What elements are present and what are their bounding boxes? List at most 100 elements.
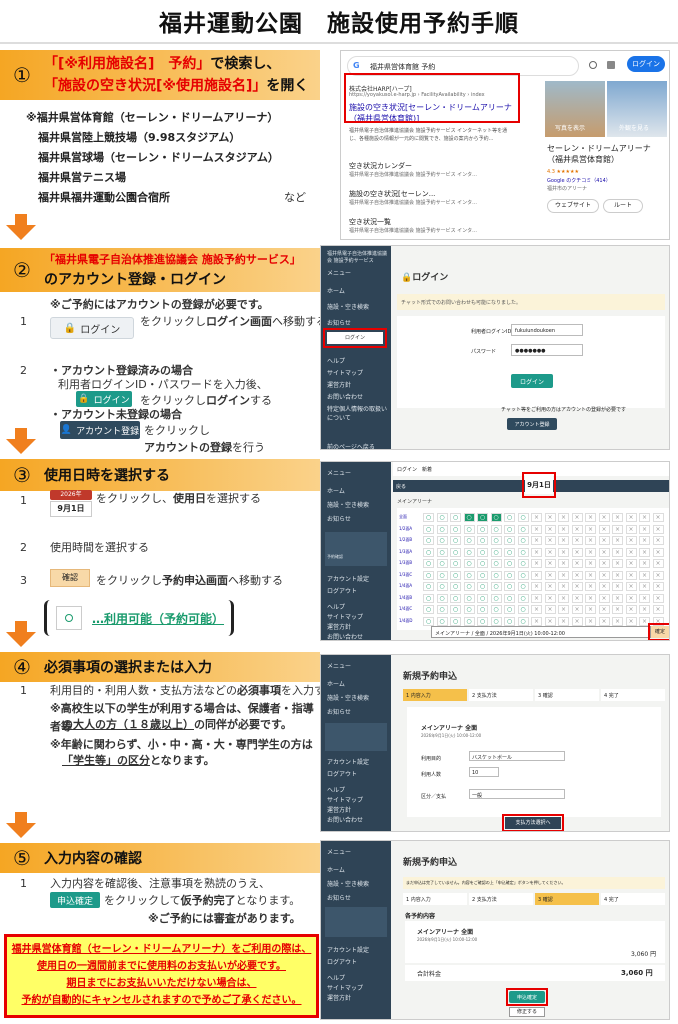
available-cell[interactable]: ○ (423, 536, 434, 545)
available-cell[interactable]: ○ (450, 570, 461, 580)
available-cell[interactable]: ○ (504, 559, 515, 568)
available-cell[interactable]: ○ (463, 547, 475, 557)
available-cell[interactable]: ○ (477, 582, 488, 591)
available-cell[interactable]: ○ (463, 616, 475, 626)
available-cell[interactable]: ○ (436, 513, 448, 522)
available-cell[interactable]: ○ (436, 582, 448, 591)
available-cell[interactable]: ○ (463, 570, 475, 580)
account-register-button[interactable]: アカウント登録 (507, 418, 557, 430)
available-cell[interactable]: ○ (463, 513, 475, 522)
result-link[interactable]: 施設の空き状況[セーレン... (349, 189, 435, 199)
available-cell[interactable]: ○ (450, 524, 461, 534)
available-cell[interactable]: ○ (477, 547, 488, 557)
available-cell[interactable]: ○ (477, 593, 488, 603)
available-cell[interactable]: ○ (423, 559, 434, 568)
available-cell[interactable]: ○ (517, 605, 529, 614)
available-cell[interactable]: ○ (463, 536, 475, 545)
sidebar-item-home[interactable]: ホーム (327, 286, 345, 295)
available-cell[interactable]: ○ (490, 582, 502, 591)
purpose-select[interactable]: バスケットボール (469, 751, 565, 761)
available-cell[interactable]: ○ (517, 536, 529, 545)
available-cell[interactable]: ○ (517, 616, 529, 626)
available-cell[interactable]: ○ (477, 559, 488, 568)
available-cell[interactable]: ○ (463, 559, 475, 568)
sidebar-item-search[interactable]: 施設・空き検索 (327, 302, 369, 311)
available-cell[interactable]: ○ (436, 536, 448, 545)
available-cell[interactable]: ○ (450, 605, 461, 614)
available-cell[interactable]: ○ (436, 570, 448, 580)
sidebar-item-notice[interactable]: お知らせ (327, 318, 351, 327)
available-cell[interactable]: ○ (463, 524, 475, 534)
available-cell[interactable]: ○ (490, 570, 502, 580)
available-cell[interactable]: ○ (490, 559, 502, 568)
available-cell[interactable]: ○ (450, 616, 461, 626)
available-cell[interactable]: ○ (517, 570, 529, 580)
google-login-button[interactable]: ログイン (627, 56, 665, 72)
route-button[interactable]: ルート (603, 199, 643, 213)
available-cell[interactable]: ○ (450, 547, 461, 557)
available-cell[interactable]: ○ (450, 559, 461, 568)
back-edit-button[interactable]: 修正する (509, 1007, 545, 1017)
available-cell[interactable]: ○ (436, 593, 448, 603)
login-button[interactable]: ログイン (511, 374, 553, 388)
available-cell[interactable]: ○ (423, 593, 434, 603)
available-cell[interactable]: ○ (490, 536, 502, 545)
available-cell[interactable]: ○ (477, 570, 488, 580)
fee-category-select[interactable]: 一般 (469, 789, 565, 799)
available-cell[interactable]: ○ (504, 616, 515, 626)
website-button[interactable]: ウェブサイト (547, 199, 599, 213)
count-field[interactable]: 10 (469, 767, 499, 777)
available-cell[interactable]: ○ (477, 524, 488, 534)
available-cell[interactable]: ○ (477, 536, 488, 545)
available-cell[interactable]: ○ (423, 605, 434, 614)
available-cell[interactable]: ○ (504, 536, 515, 545)
available-cell[interactable]: ○ (504, 513, 515, 522)
result-link[interactable]: 空き状況一覧 (349, 217, 391, 227)
available-cell[interactable]: ○ (423, 616, 434, 626)
available-cell[interactable]: ○ (490, 513, 502, 522)
gear-icon[interactable] (589, 61, 597, 69)
available-cell[interactable]: ○ (490, 593, 502, 603)
available-cell[interactable]: ○ (436, 605, 448, 614)
availability-grid[interactable]: 全面 ○ ○ ○ ○ ○ ○ ○ ○ × × × × × × × × × × 1/2面A ○ ○ ○ ○ ○ ○ ○ ○ × × × × × × ×… (397, 508, 669, 630)
available-cell[interactable]: ○ (490, 616, 502, 626)
available-cell[interactable]: ○ (463, 593, 475, 603)
available-cell[interactable]: ○ (517, 547, 529, 557)
available-cell[interactable]: ○ (423, 547, 434, 557)
available-cell[interactable]: ○ (450, 513, 461, 522)
available-cell[interactable]: ○ (423, 570, 434, 580)
available-cell[interactable]: ○ (423, 513, 434, 522)
login-id-field[interactable]: fukuiundoukoen (511, 324, 583, 336)
available-cell[interactable]: ○ (504, 605, 515, 614)
available-cell[interactable]: ○ (450, 582, 461, 591)
available-cell[interactable]: ○ (477, 616, 488, 626)
available-cell[interactable]: ○ (477, 513, 488, 522)
available-cell[interactable]: ○ (436, 547, 448, 557)
available-cell[interactable]: ○ (517, 559, 529, 568)
available-cell[interactable]: ○ (517, 513, 529, 522)
available-cell[interactable]: ○ (517, 582, 529, 591)
available-cell[interactable]: ○ (436, 559, 448, 568)
available-cell[interactable]: ○ (517, 593, 529, 603)
available-cell[interactable]: ○ (490, 605, 502, 614)
available-cell[interactable]: ○ (463, 582, 475, 591)
available-cell[interactable]: ○ (490, 524, 502, 534)
available-cell[interactable]: ○ (423, 582, 434, 591)
password-field[interactable]: ●●●●●●● (511, 344, 583, 356)
available-cell[interactable]: ○ (423, 524, 434, 534)
available-cell[interactable]: ○ (504, 547, 515, 557)
available-cell[interactable]: ○ (517, 524, 529, 534)
available-cell[interactable]: ○ (504, 582, 515, 591)
available-cell[interactable]: ○ (436, 616, 448, 626)
available-cell[interactable]: ○ (436, 524, 448, 534)
available-cell[interactable]: ○ (490, 547, 502, 557)
available-cell[interactable]: ○ (504, 570, 515, 580)
apps-icon[interactable] (607, 61, 615, 69)
available-cell[interactable]: ○ (504, 593, 515, 603)
result-link[interactable]: 空き状況カレンダー (349, 161, 412, 171)
available-cell[interactable]: ○ (504, 524, 515, 534)
available-cell[interactable]: ○ (477, 605, 488, 614)
available-cell[interactable]: ○ (463, 605, 475, 614)
available-cell[interactable]: ○ (450, 593, 461, 603)
available-cell[interactable]: ○ (450, 536, 461, 545)
